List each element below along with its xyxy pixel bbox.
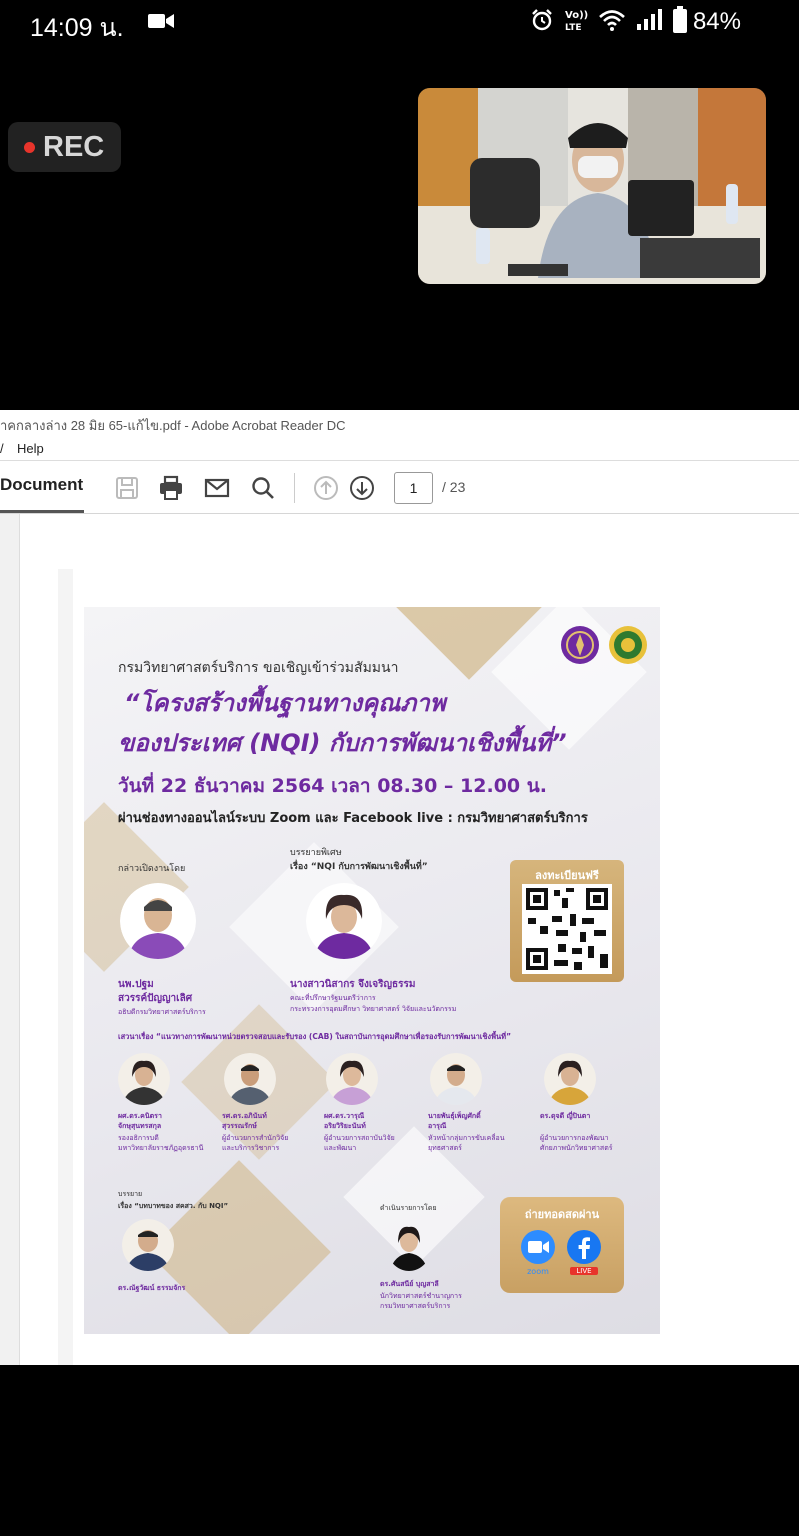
- svg-text:Vo)): Vo)): [565, 10, 588, 21]
- keynote-role2: กระทรวงการอุดมศึกษา วิทยาศาสตร์ วิจัยและ…: [290, 1005, 457, 1013]
- menu-item-help[interactable]: Help: [17, 441, 44, 456]
- panelist-1-avatar: [118, 1053, 170, 1105]
- status-icons: Vo)) LTE: [530, 6, 688, 34]
- email-icon[interactable]: [204, 475, 230, 501]
- zoom-logo-icon: [521, 1230, 555, 1264]
- poster-date: วันที่ 22 ธันวาคม 2564 เวลา 08.30 – 12.0…: [118, 775, 547, 797]
- status-time: 14:09 น.: [30, 14, 124, 42]
- keynote-label: บรรยายพิเศษ: [290, 848, 342, 858]
- panelist-4-role2: ยุทธศาสตร์: [428, 1144, 462, 1152]
- keynote-name: นางสาวนิสากร จึงเจริญธรรม: [290, 979, 416, 990]
- next-page-icon[interactable]: [349, 475, 375, 501]
- tab-active-indicator: [0, 510, 84, 513]
- status-bar: 14:09 น. Vo)) LTE 84%: [0, 0, 799, 44]
- search-icon[interactable]: [250, 475, 276, 501]
- shared-screen: าคกลางล่าง 28 มิย 65-แก้ไข.pdf - Adobe A…: [0, 410, 799, 1365]
- fb-live-label: LIVE: [570, 1267, 598, 1275]
- panelist-3-role2: และพัฒนา: [324, 1144, 357, 1152]
- poster-channel: ผ่านช่องทางออนไลน์ระบบ Zoom และ Facebook…: [118, 811, 588, 826]
- host-role2: กรมวิทยาศาสตร์บริการ: [380, 1302, 451, 1310]
- panelist-3-name2: อริยวิริยะนันท์: [324, 1122, 366, 1130]
- decor-diamond: [147, 1160, 331, 1334]
- video-camera-icon: [148, 14, 174, 28]
- poster-page: กรมวิทยาศาสตร์บริการ ขอเชิญเข้าร่วมสัมมน…: [84, 607, 660, 1334]
- qr-code-icon: [522, 884, 612, 974]
- toolbar-separator: [294, 473, 295, 503]
- host-avatar: [390, 1226, 428, 1271]
- wifi-icon: [599, 10, 625, 31]
- page-total: / 23: [442, 479, 466, 495]
- volte-icon: Vo)) LTE: [565, 10, 588, 33]
- opening-name2: สวรรค์ปัญญาเลิศ: [118, 993, 193, 1004]
- panel-topic: เสวนาเรื่อง “แนวทางการพัฒนาหน่วยตรวจสอบแ…: [118, 1032, 512, 1041]
- recording-indicator[interactable]: REC: [8, 122, 121, 172]
- left-panel-gutter[interactable]: [0, 514, 20, 1365]
- talk-speaker-name: ดร.ณัฐวัฒน์ ธรรมจักร: [118, 1284, 186, 1292]
- ministry-logo-icon: [609, 626, 647, 664]
- live-label: ถ่ายทอดสดผ่าน: [524, 1208, 600, 1221]
- svg-text:LTE: LTE: [565, 23, 582, 33]
- panelist-5-avatar: [544, 1053, 596, 1105]
- panelist-2-avatar: [224, 1053, 276, 1105]
- panelist-3-avatar: [326, 1053, 378, 1105]
- register-label: ลงทะเบียนฟรี: [535, 869, 599, 882]
- tab-document[interactable]: Document: [0, 475, 83, 495]
- opening-speaker-avatar: [120, 883, 196, 959]
- page-number-input[interactable]: 1: [394, 472, 433, 504]
- opening-label: กล่าวเปิดงานโดย: [118, 864, 186, 874]
- print-icon[interactable]: [158, 475, 184, 501]
- panelist-4-avatar: [430, 1053, 482, 1105]
- participant-video-image: [418, 88, 766, 284]
- host-label: ดำเนินรายการโดย: [380, 1204, 437, 1212]
- opening-name1: นพ.ปฐม: [118, 979, 154, 990]
- battery-percent: 84%: [692, 8, 741, 35]
- live-broadcast-box: ถ่ายทอดสดผ่าน zoom LIVE: [500, 1197, 624, 1293]
- host-name: ดร.ศันสนีย์ บุญสาลี: [380, 1280, 439, 1288]
- panelist-4-name2: อารุณี: [428, 1122, 447, 1130]
- opening-role: อธิบดีกรมวิทยาศาสตร์บริการ: [118, 1008, 206, 1016]
- panelist-5-role2: ศักยภาพนักวิทยาศาสตร์: [540, 1144, 613, 1152]
- toolbar: Document 1 / 23: [0, 460, 799, 514]
- panelist-1-name2: จักษุสุนทรสกุล: [118, 1122, 162, 1130]
- poster-intro: กรมวิทยาศาสตร์บริการ ขอเชิญเข้าร่วมสัมมน…: [118, 660, 399, 676]
- record-dot-icon: [24, 141, 35, 153]
- participant-video-thumbnail[interactable]: [418, 88, 766, 284]
- rec-label: REC: [43, 130, 105, 163]
- save-icon[interactable]: [114, 475, 140, 501]
- panelist-1-role2: มหาวิทยาลัยราชภัฏอุดรธานี: [118, 1144, 204, 1152]
- alarm-icon: [532, 9, 552, 31]
- panelist-2-name2: สุวรรณรักษ์: [222, 1122, 257, 1130]
- register-qr-box: ลงทะเบียนฟรี: [510, 860, 624, 982]
- signal-icon: [637, 9, 662, 30]
- menu-item-view[interactable]: /: [0, 441, 4, 456]
- dss-logo-icon: [561, 626, 599, 664]
- menu-bar: / Help: [0, 438, 799, 460]
- previous-page-icon[interactable]: [313, 475, 339, 501]
- panelist-2-role2: และบริการวิชาการ: [222, 1144, 280, 1152]
- poster-title-line1: “โครงสร้างพื้นฐานทางคุณภาพ: [124, 689, 446, 717]
- zoom-label: zoom: [527, 1267, 549, 1276]
- keynote-role1: คณะที่ปรึกษารัฐมนตรีว่าการ: [290, 994, 376, 1002]
- talk-topic: เรื่อง “บทบาทของ สคสว. กับ NQI”: [118, 1202, 229, 1210]
- talk-speaker-avatar: [122, 1219, 174, 1271]
- window-title: าคกลางล่าง 28 มิย 65-แก้ไข.pdf - Adobe A…: [0, 410, 799, 438]
- panelist-5-name: ดร.ดุจดี ญี่ปินตา: [540, 1112, 591, 1120]
- page-edge: [58, 569, 73, 1365]
- talk-label: บรรยาย: [118, 1190, 143, 1198]
- poster-title-line2: ของประเทศ (NQI) กับการพัฒนาเชิงพื้นที่”: [118, 729, 567, 757]
- keynote-speaker-avatar: [306, 883, 382, 959]
- facebook-logo-icon: [567, 1230, 601, 1264]
- battery-icon: [673, 6, 687, 33]
- keynote-topic: เรื่อง “NQI กับการพัฒนาเชิงพื้นที่”: [290, 862, 428, 872]
